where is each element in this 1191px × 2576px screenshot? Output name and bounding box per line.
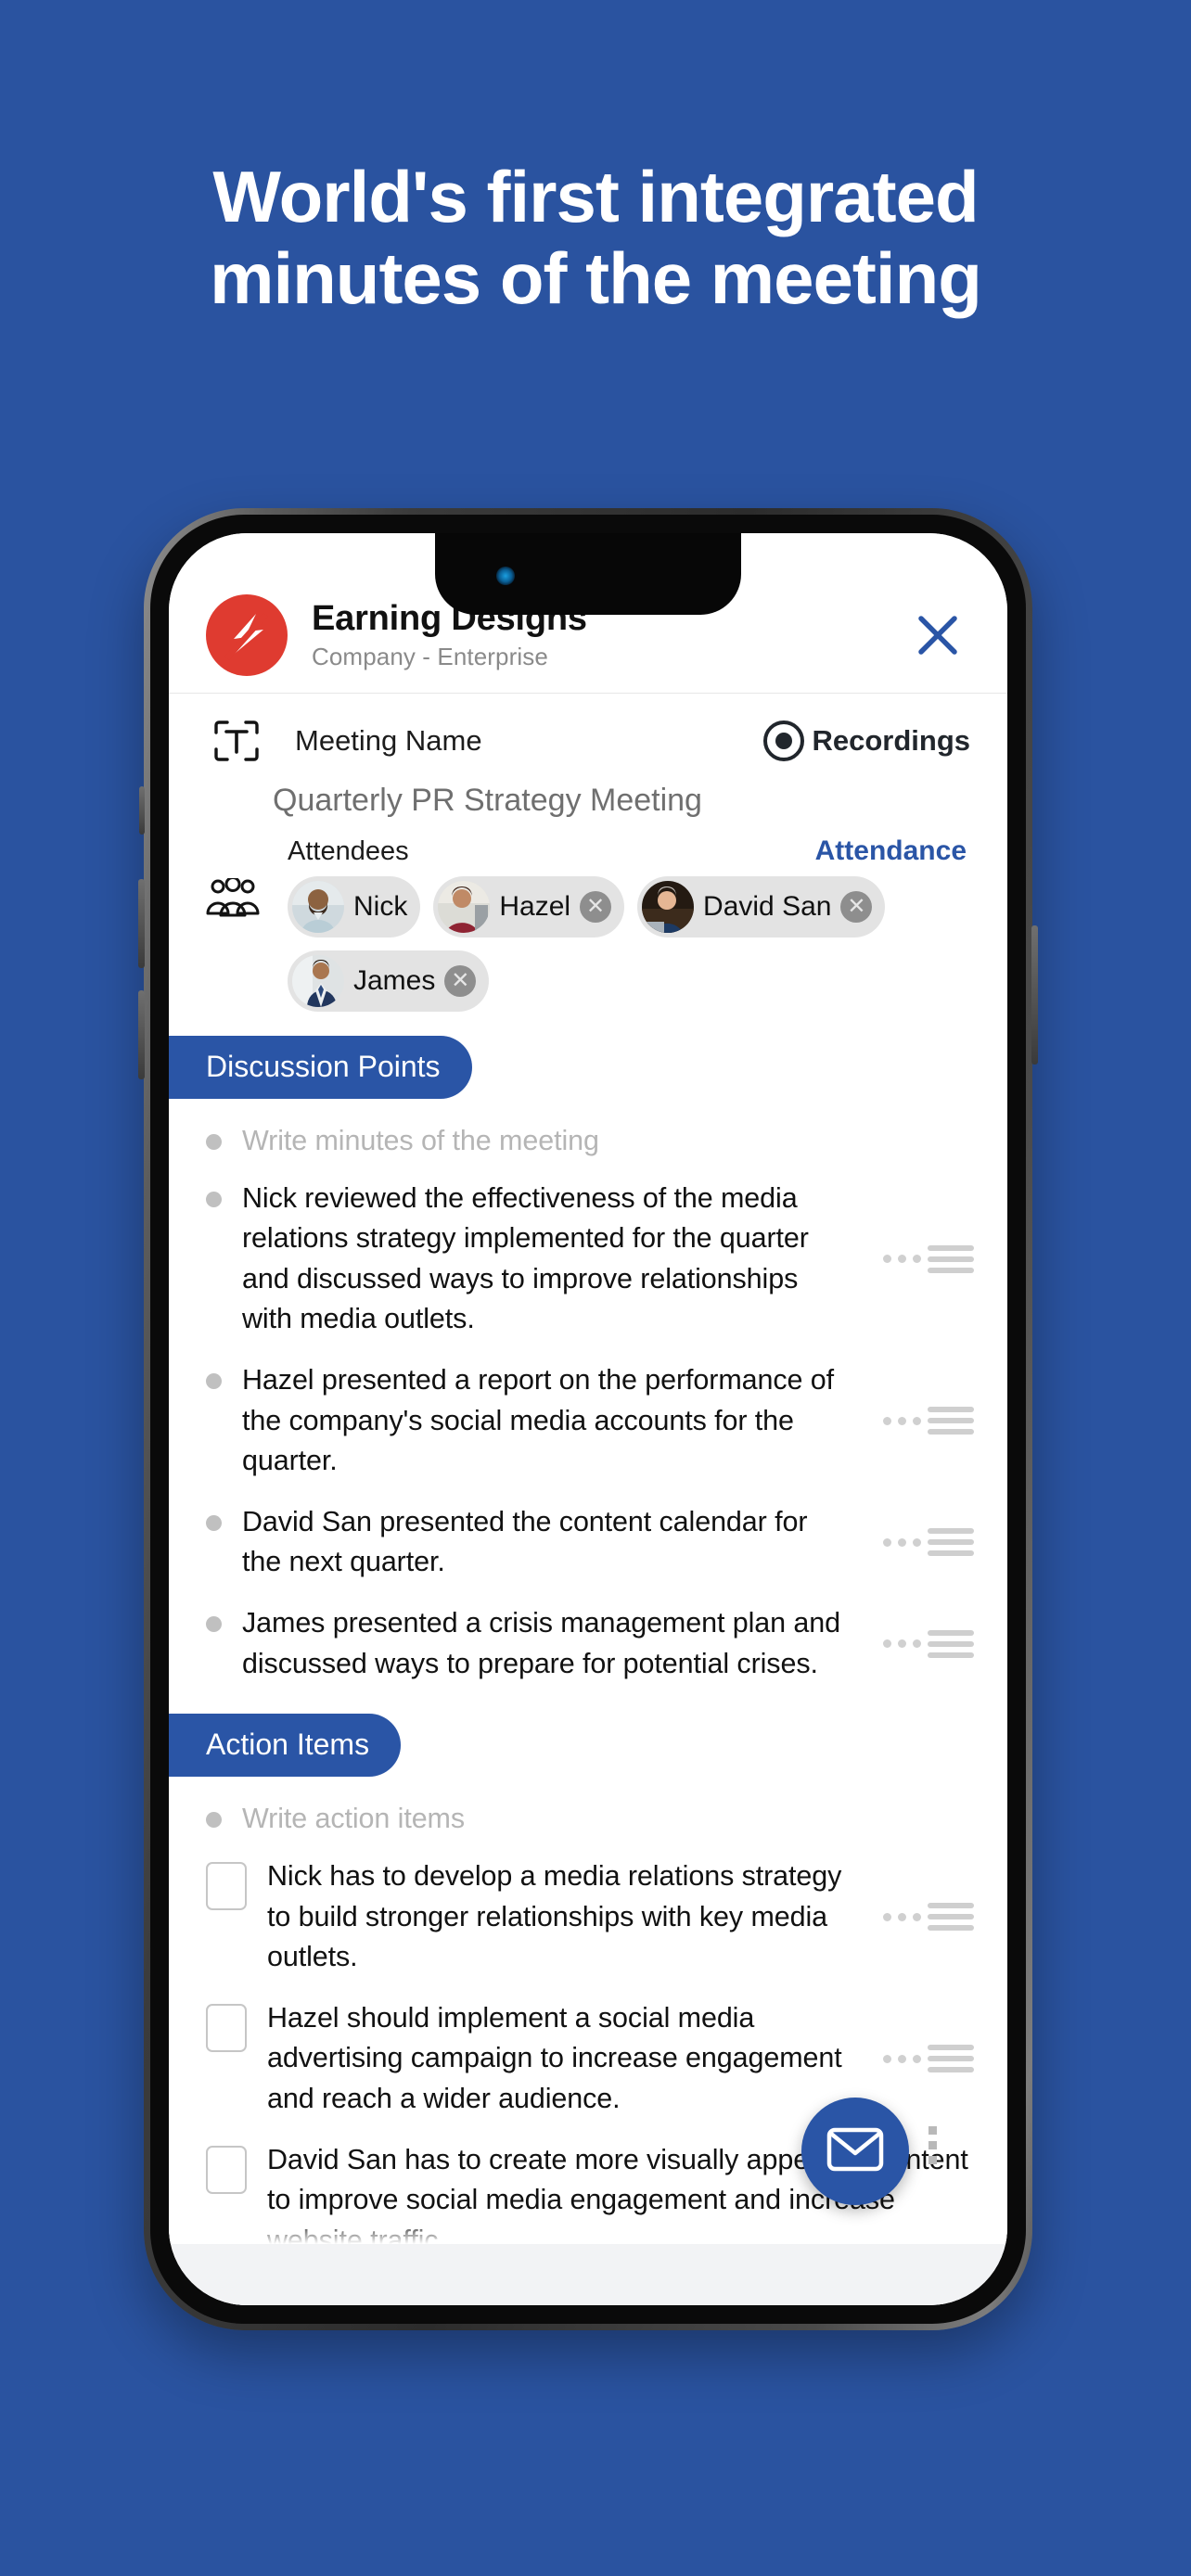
attendee-chip[interactable]: James ✕ <box>288 950 490 1012</box>
remove-icon[interactable]: ✕ <box>840 891 873 923</box>
attendance-link[interactable]: Attendance <box>815 835 967 867</box>
drag-handle-icon[interactable] <box>874 1244 976 1273</box>
attendee-chip[interactable]: David San ✕ <box>637 876 886 937</box>
envelope-icon <box>826 2127 884 2176</box>
phone-volume-down-button[interactable] <box>138 990 145 1079</box>
discussion-item-text: Nick reviewed the effectiveness of the m… <box>242 1181 809 1335</box>
attendees-label: Attendees <box>288 836 409 866</box>
app-scroll-area[interactable]: Meeting Name Recordings Quarterly PR Str… <box>169 694 1007 2305</box>
phone-mute-switch[interactable] <box>139 786 145 835</box>
list-item[interactable]: Hazel presented a report on the performa… <box>206 1345 976 1487</box>
avatar <box>642 881 695 933</box>
drag-handle-icon[interactable] <box>874 1528 976 1557</box>
phone-mockup: Earning Designs Company - Enterprise Mee… <box>138 508 1038 2330</box>
discussion-points-badge-row: Discussion Points <box>169 1012 1007 1099</box>
bullet-icon <box>206 1191 222 1207</box>
phone-front-camera <box>496 567 515 585</box>
discussion-points-list: Write minutes of the meeting Nick review… <box>169 1099 1007 1690</box>
action-placeholder-text: Write action items <box>242 1803 466 1835</box>
bullet-icon <box>206 1616 222 1633</box>
attendees-body: Attendees Attendance Nick Hazel ✕ David … <box>288 835 970 1012</box>
hero-headline-line-2: minutes of the meeting <box>210 237 982 320</box>
avatar <box>292 881 344 933</box>
attendee-name: Hazel <box>499 891 571 922</box>
action-items-badge[interactable]: Action Items <box>169 1714 402 1778</box>
bullet-icon <box>206 1373 222 1390</box>
hero-headline: World's first integrated minutes of the … <box>0 156 1191 319</box>
drag-handle-icon[interactable] <box>874 2045 976 2073</box>
earning-designs-logo-icon <box>206 594 288 676</box>
action-item-checkbox[interactable] <box>206 2145 247 2194</box>
recordings-toggle[interactable]: Recordings <box>763 721 970 761</box>
record-dot-icon <box>763 721 805 761</box>
action-item-row[interactable]: Nick has to develop a media relations st… <box>206 1842 976 1983</box>
phone-bezel: Earning Designs Company - Enterprise Mee… <box>150 515 1026 2324</box>
list-item[interactable]: Nick reviewed the effectiveness of the m… <box>206 1164 976 1345</box>
send-email-fab-button[interactable] <box>801 2098 909 2205</box>
scroll-fade <box>169 2220 1007 2244</box>
discussion-placeholder-text: Write minutes of the meeting <box>242 1125 599 1156</box>
list-item-placeholder[interactable]: Write minutes of the meeting <box>206 1099 976 1164</box>
attendees-header: Attendees Attendance <box>288 835 970 867</box>
company-subtitle: Company - Enterprise <box>312 643 548 671</box>
action-item-checkbox[interactable] <box>206 1861 247 1910</box>
discussion-item-text: James presented a crisis management plan… <box>242 1607 840 1679</box>
meeting-name-label: Meeting Name <box>295 724 482 757</box>
phone-volume-up-button[interactable] <box>138 879 145 968</box>
list-item[interactable]: James presented a crisis management plan… <box>206 1588 976 1690</box>
action-item-text: Hazel should implement a social media ad… <box>267 2001 842 2114</box>
phone-screen: Earning Designs Company - Enterprise Mee… <box>169 533 1007 2305</box>
attendee-name: James <box>353 965 436 996</box>
discussion-points-badge[interactable]: Discussion Points <box>169 1036 472 1099</box>
attendee-chip[interactable]: Nick <box>288 876 421 937</box>
list-item-placeholder[interactable]: Write action items <box>206 1777 976 1842</box>
bullet-icon <box>206 1514 222 1531</box>
remove-icon[interactable]: ✕ <box>444 965 477 997</box>
attendee-chip[interactable]: Hazel ✕ <box>433 876 625 937</box>
discussion-item-text: Hazel presented a report on the performa… <box>242 1364 834 1477</box>
action-item-text: Nick has to develop a media relations st… <box>267 1859 842 1973</box>
hero-headline-line-1: World's first integrated <box>212 156 979 237</box>
attendees-section: Attendees Attendance Nick Hazel ✕ David … <box>169 819 1007 1012</box>
attendee-name: Nick <box>353 891 408 922</box>
meeting-name-input[interactable]: Quarterly PR Strategy Meeting <box>169 768 1007 819</box>
close-icon[interactable] <box>905 603 970 668</box>
app-container: Earning Designs Company - Enterprise Mee… <box>169 533 1007 2305</box>
people-group-icon <box>206 835 267 1012</box>
drag-handle-icon[interactable] <box>874 1629 976 1658</box>
meeting-name-row: Meeting Name Recordings <box>169 694 1007 768</box>
avatar <box>438 881 491 933</box>
recordings-label: Recordings <box>812 724 970 757</box>
attendee-chip-list: Nick Hazel ✕ David San ✕ James ✕ <box>288 876 970 1012</box>
drag-handle-icon[interactable] <box>874 1903 976 1932</box>
discussion-item-text: David San presented the content calendar… <box>242 1505 808 1578</box>
text-field-icon <box>206 714 267 768</box>
attendee-name: David San <box>703 891 832 922</box>
phone-power-button[interactable] <box>1031 925 1038 1065</box>
action-items-badge-row: Action Items <box>169 1690 1007 1778</box>
bullet-icon <box>206 1812 222 1829</box>
bullet-icon <box>206 1134 222 1150</box>
avatar <box>292 955 344 1007</box>
action-item-checkbox[interactable] <box>206 2003 247 2052</box>
drag-handle-icon[interactable] <box>874 1407 976 1435</box>
more-vertical-icon[interactable] <box>928 2126 937 2164</box>
app-bottom-bar <box>169 2244 1007 2305</box>
list-item[interactable]: David San presented the content calendar… <box>206 1487 976 1588</box>
remove-icon[interactable]: ✕ <box>580 891 612 923</box>
phone-notch <box>435 533 741 615</box>
